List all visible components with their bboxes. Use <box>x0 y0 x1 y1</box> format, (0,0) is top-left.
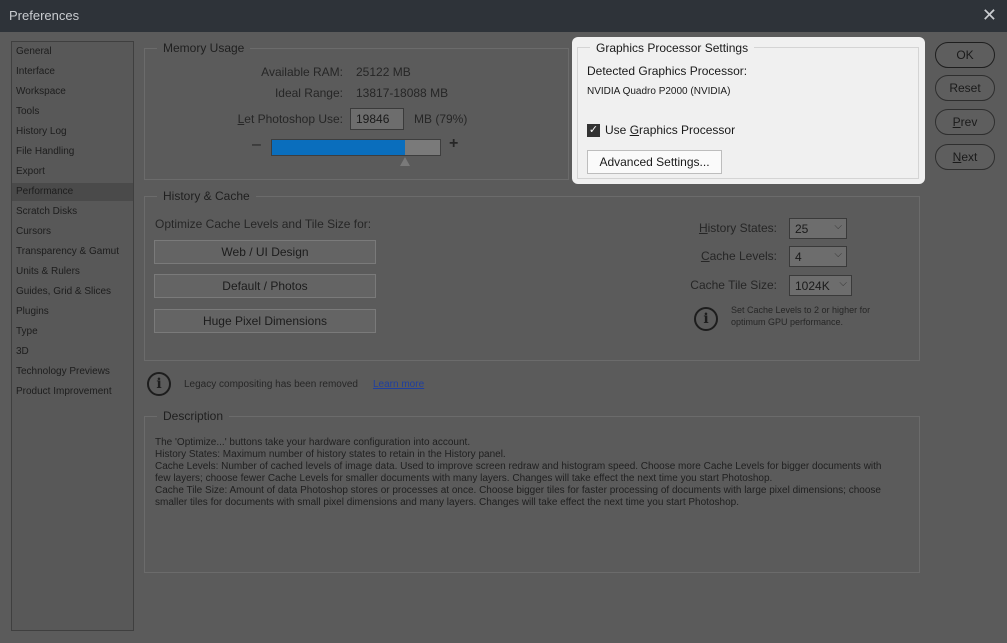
sidebar-item-cursors[interactable]: Cursors <box>12 223 133 241</box>
available-ram-value: 25122 MB <box>356 65 411 79</box>
description-line: The 'Optimize...' buttons take your hard… <box>155 437 471 448</box>
cache-tile-size-label: Cache Tile Size: <box>690 278 777 292</box>
chevron-down-icon: ⌵ <box>839 278 847 289</box>
info-icon: i <box>147 372 171 396</box>
next-button[interactable]: Next <box>935 144 995 170</box>
sidebar-item-transparency-gamut[interactable]: Transparency & Gamut <box>12 243 133 261</box>
dialog-body: General Interface Workspace Tools Histor… <box>0 32 1007 643</box>
description-line: few layers; choose fewer Cache Levels fo… <box>155 473 773 484</box>
memory-slider-track[interactable] <box>271 139 441 156</box>
web-ui-design-button[interactable]: Web / UI Design <box>154 240 376 264</box>
description-line: Cache Tile Size: Amount of data Photosho… <box>155 485 881 496</box>
chevron-down-icon: ⌵ <box>834 249 842 260</box>
sidebar-item-guides-grid-slices[interactable]: Guides, Grid & Slices <box>12 283 133 301</box>
sidebar-item-3d[interactable]: 3D <box>12 343 133 361</box>
cache-levels-select[interactable]: 4 ⌵ <box>789 246 847 267</box>
default-photos-button[interactable]: Default / Photos <box>154 274 376 298</box>
sidebar-item-product-improvement[interactable]: Product Improvement <box>12 383 133 401</box>
memory-slider-fill <box>272 140 405 155</box>
memory-usage-group: Memory Usage Available RAM: 25122 MB Ide… <box>144 41 569 180</box>
sidebar-item-scratch-disks[interactable]: Scratch Disks <box>12 203 133 221</box>
optimize-label: Optimize Cache Levels and Tile Size for: <box>155 217 372 231</box>
preferences-sidebar: General Interface Workspace Tools Histor… <box>11 41 134 631</box>
graphics-processor-legend: Graphics Processor Settings <box>590 41 755 55</box>
cache-levels-label: Cache Levels: <box>700 249 777 263</box>
sidebar-item-performance[interactable]: Performance <box>12 183 133 201</box>
history-cache-legend: History & Cache <box>157 189 256 203</box>
advanced-settings-button[interactable]: Advanced Settings... <box>587 150 722 174</box>
ideal-range-value: 13817-18088 MB <box>356 86 449 100</box>
reset-button[interactable]: Reset <box>935 75 995 101</box>
use-gpu-checkbox[interactable]: ✓ <box>587 124 600 137</box>
description-line: Cache Levels: Number of cached levels of… <box>155 461 882 472</box>
cache-tile-size-select[interactable]: 1024K ⌵ <box>789 275 852 296</box>
huge-pixel-dimensions-button[interactable]: Huge Pixel Dimensions <box>154 309 376 333</box>
sidebar-item-units-rulers[interactable]: Units & Rulers <box>12 263 133 281</box>
sidebar-item-plugins[interactable]: Plugins <box>12 303 133 321</box>
description-line: smaller tiles for documents with small p… <box>155 497 739 508</box>
sidebar-item-type[interactable]: Type <box>12 323 133 341</box>
history-states-select[interactable]: 25 ⌵ <box>789 218 847 239</box>
processor-name: NVIDIA Quadro P2000 (NVIDIA) <box>587 86 731 97</box>
close-icon[interactable]: ✕ <box>982 5 997 26</box>
sidebar-item-tools[interactable]: Tools <box>12 103 133 121</box>
info-icon: i <box>694 307 718 331</box>
let-photoshop-use-label: Let Photoshop Use: <box>237 112 343 126</box>
chevron-down-icon: ⌵ <box>834 221 842 232</box>
decrease-icon[interactable]: – <box>252 136 261 154</box>
window-title: Preferences <box>9 8 80 23</box>
gpu-tip-line-1: Set Cache Levels to 2 or higher for <box>731 305 871 315</box>
prev-button[interactable]: Prev <box>935 109 995 135</box>
sidebar-item-technology-previews[interactable]: Technology Previews <box>12 363 133 381</box>
ok-button[interactable]: OK <box>935 42 995 68</box>
sidebar-item-workspace[interactable]: Workspace <box>12 83 133 101</box>
sidebar-item-history-log[interactable]: History Log <box>12 123 133 141</box>
learn-more-link[interactable]: Learn more <box>373 379 424 390</box>
memory-slider-handle[interactable] <box>400 157 410 166</box>
title-bar: Preferences ✕ <box>0 0 1007 32</box>
sidebar-item-file-handling[interactable]: File Handling <box>12 143 133 161</box>
use-gpu-label[interactable]: Use Graphics Processor <box>605 123 735 137</box>
sidebar-item-general[interactable]: General <box>12 43 133 61</box>
sidebar-item-interface[interactable]: Interface <box>12 63 133 81</box>
history-states-label: History States: <box>698 221 777 235</box>
description-group: Description The 'Optimize...' buttons ta… <box>144 409 920 573</box>
gpu-tip-line-2: optimum GPU performance. <box>731 317 844 327</box>
available-ram-label: Available RAM: <box>261 65 343 79</box>
description-line: History States: Maximum number of histor… <box>155 449 506 460</box>
use-percent-label: MB (79%) <box>414 112 468 126</box>
ideal-range-label: Ideal Range: <box>274 86 343 100</box>
history-cache-group: History & Cache Optimize Cache Levels an… <box>144 189 920 361</box>
photoshop-use-input[interactable]: 19846 <box>350 108 404 130</box>
increase-icon[interactable]: + <box>449 135 458 153</box>
description-legend: Description <box>157 409 230 423</box>
memory-usage-legend: Memory Usage <box>157 41 251 55</box>
sidebar-item-export[interactable]: Export <box>12 163 133 181</box>
detected-processor-label: Detected Graphics Processor: <box>587 64 748 78</box>
legacy-compositing-text: Legacy compositing has been removed <box>184 379 358 390</box>
graphics-processor-group: Graphics Processor Settings Detected Gra… <box>572 37 925 184</box>
description-text: The 'Optimize...' buttons take your hard… <box>155 437 895 509</box>
